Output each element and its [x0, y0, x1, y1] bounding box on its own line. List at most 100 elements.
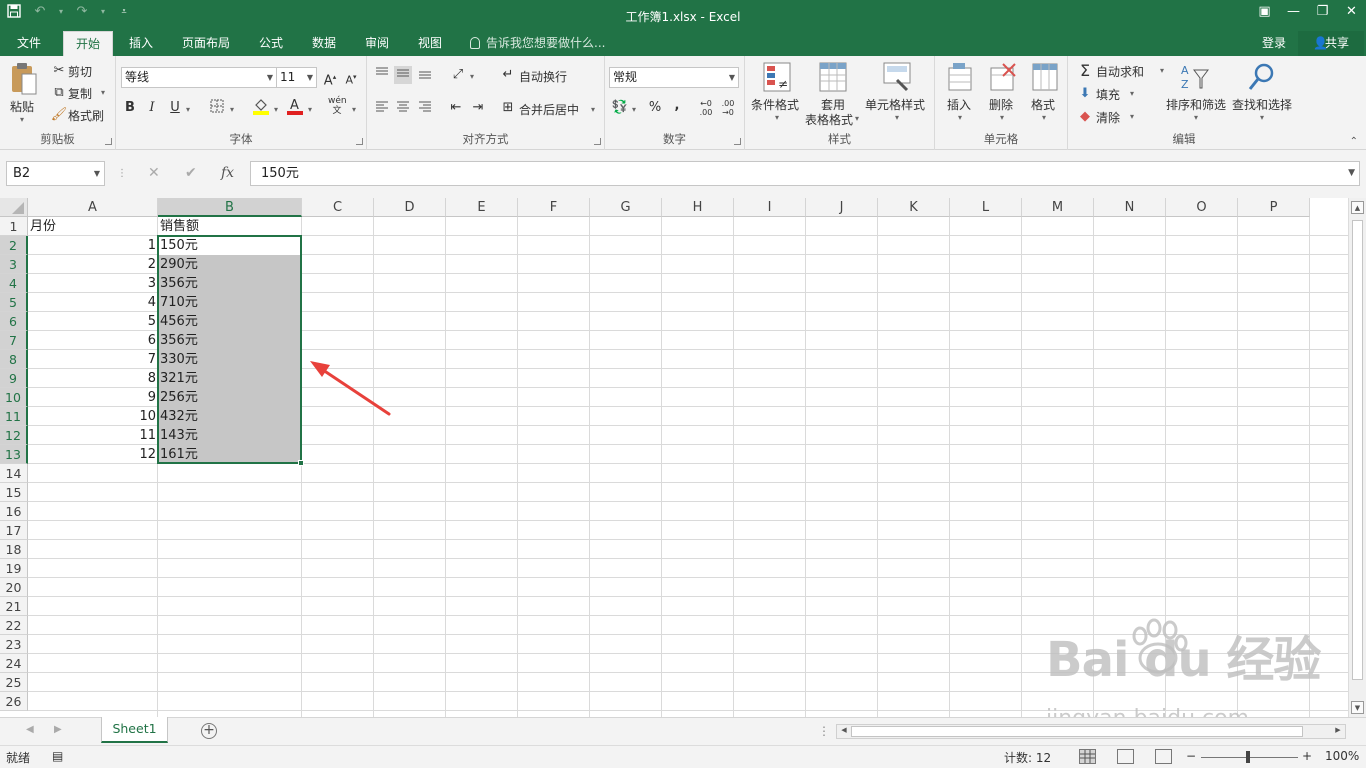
comma-style-button[interactable]: ,	[668, 97, 686, 115]
row-header-2[interactable]: 2	[0, 236, 28, 255]
zoom-slider-knob[interactable]	[1246, 751, 1250, 763]
cell-a10[interactable]: 9	[28, 388, 158, 407]
tab-page-layout[interactable]: 页面布局	[174, 31, 238, 56]
cell-a1[interactable]: 月份	[28, 217, 158, 236]
vertical-scrollbar[interactable]: ▲ ▼	[1348, 198, 1366, 717]
copy-button[interactable]: ⧉ 复制 ▾	[50, 84, 110, 102]
collapse-ribbon-icon[interactable]: ⌃	[1350, 136, 1358, 147]
accounting-format-icon[interactable]: 💱	[611, 99, 629, 117]
percent-style-button[interactable]: %	[646, 99, 664, 117]
number-launcher-icon[interactable]	[734, 138, 741, 145]
row-header-7[interactable]: 7	[0, 331, 28, 350]
clipboard-launcher-icon[interactable]	[105, 138, 112, 145]
tab-splitter-icon[interactable]: ⋮	[818, 724, 830, 738]
ribbon-display-icon[interactable]: ▣	[1250, 0, 1279, 31]
row-header-20[interactable]: 20	[0, 578, 28, 597]
cell-a2[interactable]: 1	[28, 236, 158, 255]
row-header-6[interactable]: 6	[0, 312, 28, 331]
zoom-out-icon[interactable]: −	[1186, 749, 1196, 763]
column-header-e[interactable]: E	[446, 198, 518, 217]
row-header-13[interactable]: 13	[0, 445, 28, 464]
share-button[interactable]: 👤共享	[1298, 31, 1364, 56]
row-header-11[interactable]: 11	[0, 407, 28, 426]
row-header-8[interactable]: 8	[0, 350, 28, 369]
row-header-22[interactable]: 22	[0, 616, 28, 635]
align-center-icon[interactable]	[394, 99, 412, 117]
decrease-decimal-icon[interactable]: .00 →0	[719, 99, 737, 117]
cancel-icon[interactable]: ✕	[148, 161, 160, 186]
find-select-button[interactable]: 查找和选择 ▾	[1230, 60, 1294, 130]
next-sheet-icon[interactable]: ▶	[54, 724, 62, 735]
tab-review[interactable]: 审阅	[356, 31, 398, 56]
cell-a7[interactable]: 6	[28, 331, 158, 350]
row-header-24[interactable]: 24	[0, 654, 28, 673]
clear-button[interactable]: ◆ 清除 ▾	[1076, 108, 1146, 126]
insert-cells-button[interactable]: 插入 ▾	[941, 60, 981, 130]
font-color-icon[interactable]: A	[286, 97, 304, 115]
scroll-left-icon[interactable]: ◀	[838, 726, 850, 737]
increase-indent-icon[interactable]: ⇥	[469, 99, 487, 117]
font-name-select[interactable]: 等线 ▼	[121, 67, 277, 88]
row-header-17[interactable]: 17	[0, 521, 28, 540]
sign-in-link[interactable]: 登录	[1262, 31, 1286, 55]
row-header-16[interactable]: 16	[0, 502, 28, 521]
cell-b1[interactable]: 销售额	[158, 217, 302, 236]
formula-input[interactable]: 150元 ▼	[250, 161, 1360, 186]
paste-button[interactable]: 粘贴 ▾	[6, 60, 42, 126]
column-header-f[interactable]: F	[518, 198, 590, 217]
prev-sheet-icon[interactable]: ◀	[26, 724, 34, 735]
phonetic-guide-icon[interactable]: wén 文	[328, 96, 347, 116]
row-header-23[interactable]: 23	[0, 635, 28, 654]
align-right-icon[interactable]	[416, 99, 434, 117]
expand-formula-bar-icon[interactable]: ▼	[1348, 162, 1355, 185]
row-header-5[interactable]: 5	[0, 293, 28, 312]
number-format-select[interactable]: 常规 ▼	[609, 67, 739, 88]
cell-a13[interactable]: 12	[28, 445, 158, 464]
column-header-n[interactable]: N	[1094, 198, 1166, 217]
normal-view-icon[interactable]	[1079, 749, 1096, 764]
column-header-o[interactable]: O	[1166, 198, 1238, 217]
column-header-b[interactable]: B	[158, 198, 302, 217]
fill-button[interactable]: ⬇ 填充 ▾	[1076, 85, 1146, 103]
cell-a3[interactable]: 2	[28, 255, 158, 274]
page-layout-view-icon[interactable]	[1117, 749, 1134, 764]
cut-button[interactable]: ✂ 剪切	[50, 62, 110, 80]
decrease-indent-icon[interactable]: ⇤	[447, 99, 465, 117]
row-header-9[interactable]: 9	[0, 369, 28, 388]
row-header-12[interactable]: 12	[0, 426, 28, 445]
column-header-a[interactable]: A	[28, 198, 158, 217]
fill-handle[interactable]	[298, 460, 304, 466]
font-launcher-icon[interactable]	[356, 138, 363, 145]
macro-record-icon[interactable]: ▤	[52, 749, 63, 763]
cell-styles-button[interactable]: 单元格样式 ▾	[865, 60, 931, 130]
insert-function-icon[interactable]: fx	[221, 161, 234, 186]
font-size-select[interactable]: 11 ▼	[276, 67, 317, 88]
close-icon[interactable]: ✕	[1337, 0, 1366, 31]
fill-color-icon[interactable]	[252, 97, 270, 115]
row-header-18[interactable]: 18	[0, 540, 28, 559]
select-all-corner[interactable]	[0, 198, 28, 217]
enter-icon[interactable]: ✔	[185, 161, 197, 186]
row-header-19[interactable]: 19	[0, 559, 28, 578]
column-header-l[interactable]: L	[950, 198, 1022, 217]
tab-insert[interactable]: 插入	[120, 31, 162, 56]
column-header-h[interactable]: H	[662, 198, 734, 217]
column-header-i[interactable]: I	[734, 198, 806, 217]
align-bottom-icon[interactable]	[416, 66, 434, 84]
page-break-view-icon[interactable]	[1155, 749, 1172, 764]
cell-a6[interactable]: 5	[28, 312, 158, 331]
row-header-4[interactable]: 4	[0, 274, 28, 293]
column-header-p[interactable]: P	[1238, 198, 1310, 217]
format-cells-button[interactable]: 格式 ▾	[1025, 60, 1065, 130]
row-header-15[interactable]: 15	[0, 483, 28, 502]
column-header-k[interactable]: K	[878, 198, 950, 217]
format-painter-button[interactable]: 🖌 格式刷	[50, 106, 110, 124]
row-header-21[interactable]: 21	[0, 597, 28, 616]
align-middle-icon[interactable]	[394, 66, 412, 84]
cell-a4[interactable]: 3	[28, 274, 158, 293]
merge-center-button[interactable]: ⊞ 合并后居中 ▾	[499, 99, 599, 119]
borders-icon[interactable]	[208, 99, 226, 117]
tab-view[interactable]: 视图	[409, 31, 451, 56]
autosum-button[interactable]: Σ 自动求和 ▾	[1076, 62, 1166, 80]
row-header-26[interactable]: 26	[0, 692, 28, 711]
